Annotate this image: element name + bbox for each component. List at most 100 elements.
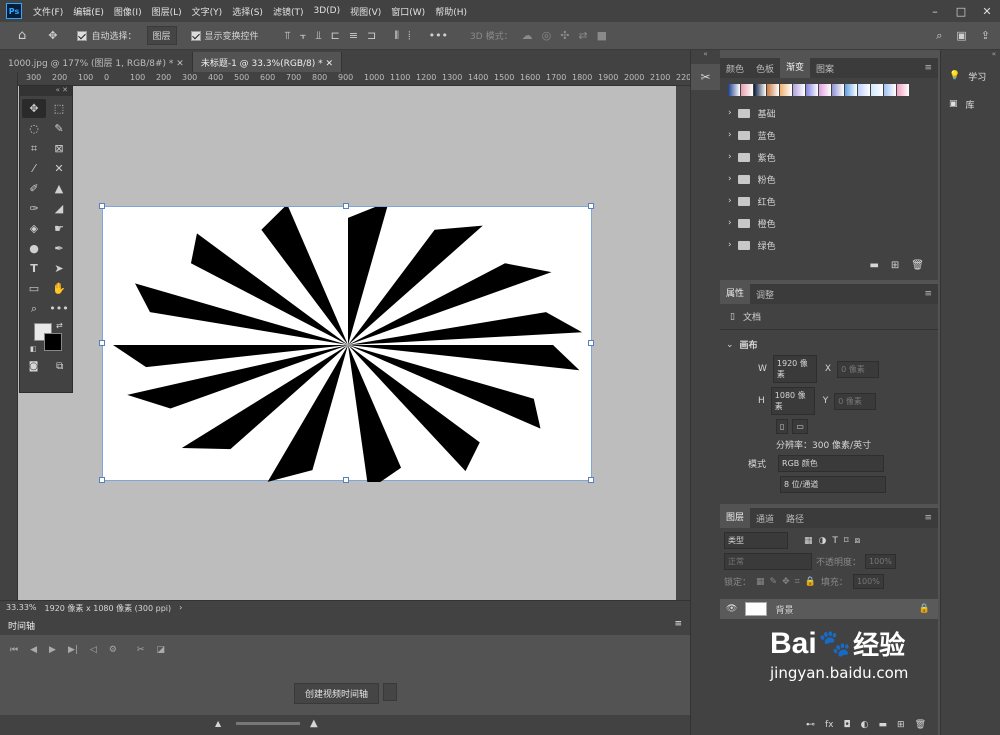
first-frame-icon[interactable]: ⏮ [10,645,18,655]
rectangle-tool-icon[interactable]: ▭ [22,279,46,298]
transform-handle[interactable] [343,203,349,209]
tab-properties[interactable]: 属性 [720,284,751,304]
link-icon[interactable]: ⊷ [806,720,815,730]
tab-color[interactable]: 颜色 [720,62,750,75]
panel-menu-icon[interactable]: ≡ [918,63,938,73]
type-tool-icon[interactable]: T [22,259,46,278]
3d-slide-icon[interactable]: ⇄ [578,30,587,41]
tab-1000-jpg[interactable]: 1000.jpg @ 177% (图层 1, RGB/8#) * ✕ [0,52,193,72]
gradient-swatch[interactable] [897,84,909,96]
workspace-icon[interactable]: ▣ [956,30,966,41]
tab-patterns[interactable]: 图案 [810,62,840,75]
folder-green[interactable]: › 绿色 [720,234,938,256]
tab-channels[interactable]: 通道 [750,512,780,525]
gradient-swatch[interactable] [793,84,805,96]
gradient-swatch[interactable] [806,84,818,96]
height-field[interactable]: 1080 像素 [770,387,815,415]
prev-frame-icon[interactable]: ◀ [30,645,37,655]
home-icon[interactable]: ⌂ [18,29,26,42]
chevron-right-icon[interactable]: › [728,218,732,228]
move-tool-icon[interactable]: ✥ [48,30,57,41]
3d-scale-icon[interactable]: ■ [597,30,607,41]
new-layer-icon[interactable]: ⊞ [897,720,905,730]
y-field[interactable]: 0 像素 [834,392,877,410]
chevron-right-icon[interactable]: › [728,196,732,206]
lock-move-icon[interactable]: ✥ [782,577,790,587]
bit-depth-select[interactable]: 8 位/通道 [780,476,886,493]
x-field[interactable]: 0 像素 [837,360,880,378]
default-colors-icon[interactable]: ◧ [30,345,37,353]
portrait-icon[interactable]: ▯ [776,419,789,434]
transform-handle[interactable] [588,340,594,346]
transform-handle[interactable] [588,203,594,209]
tab-paths[interactable]: 路径 [780,512,810,525]
filter-type-icon[interactable]: T [832,536,838,546]
adjustment-icon[interactable]: ◐ [861,720,869,730]
filter-smart-icon[interactable]: ⧈ [855,536,861,546]
path-select-icon[interactable]: ➤ [47,259,71,278]
menu-select[interactable]: 选择(S) [227,5,268,18]
menu-3d[interactable]: 3D(D) [308,6,345,16]
chevron-down-icon[interactable]: ⌄ [726,340,734,350]
play-icon[interactable]: ▶ [49,645,56,655]
canvas-section-header[interactable]: ⌄ 画布 [726,338,932,352]
filter-shape-icon[interactable]: ⌑ [844,536,849,546]
trash-icon[interactable]: 🗑 [911,260,924,271]
marquee-tool-icon[interactable]: ⬚ [47,99,71,118]
transform-handle[interactable] [588,477,594,483]
lasso-tool-icon[interactable]: ◌ [22,119,46,138]
history-brush-icon[interactable]: ✑ [22,199,46,218]
gradient-swatch[interactable] [858,84,870,96]
tab-swatches[interactable]: 色板 [750,62,780,75]
eraser-icon[interactable]: ◢ [47,199,71,218]
more-options-icon[interactable]: ••• [429,30,448,41]
gradient-swatch[interactable] [728,84,740,96]
align-bottom-icon[interactable]: ⫫ [315,30,321,41]
landscape-icon[interactable]: ▭ [792,419,808,434]
menu-image[interactable]: 图像(I) [109,5,147,18]
chevron-right-icon[interactable]: › [728,130,732,140]
menu-view[interactable]: 视图(V) [345,5,386,18]
menu-layer[interactable]: 图层(L) [147,5,187,18]
gradient-swatch[interactable] [754,84,766,96]
align-vcenter-icon[interactable]: ⫟ [300,30,307,41]
stamp-tool-icon[interactable]: ▲ [47,179,71,198]
move-tool-icon[interactable]: ✥ [22,99,46,118]
filter-pixel-icon[interactable]: ▦ [804,536,813,546]
menu-help[interactable]: 帮助(H) [430,5,472,18]
lock-artboard-icon[interactable]: ⌗ [795,577,800,587]
color-swatches[interactable]: ⇄ ◧ [20,321,72,361]
menu-file[interactable]: 文件(F) [28,5,68,18]
panel-menu-icon[interactable]: ≡ [674,619,682,629]
zoom-level[interactable]: 33.33% [6,603,37,613]
close-tab-icon[interactable]: ✕ [326,59,334,69]
tab-adjustments[interactable]: 调整 [750,288,780,301]
background-color[interactable] [44,333,62,351]
trash-icon[interactable]: 🗑 [915,720,926,730]
vertical-scrollbar[interactable] [676,86,690,600]
folder-pink[interactable]: › 粉色 [720,168,938,190]
collapse-icon[interactable]: « [691,50,720,58]
minimize-icon[interactable]: – [922,5,948,18]
folder-orange[interactable]: › 橙色 [720,212,938,234]
tab-gradients[interactable]: 渐变 [780,58,811,78]
brush-tool-icon[interactable]: ✐ [22,179,46,198]
panel-menu-icon[interactable]: ≡ [918,513,938,523]
3d-pan-icon[interactable]: ✣ [560,30,569,41]
transform-handle[interactable] [99,477,105,483]
3d-roll-icon[interactable]: ◎ [542,30,552,41]
close-icon[interactable]: ✕ [974,5,1000,18]
auto-select-checkbox[interactable] [77,30,88,41]
group-icon[interactable]: ▬ [879,720,888,730]
sponge-icon[interactable]: ● [22,239,46,258]
layer-filter-select[interactable]: 类型 [724,532,788,549]
filter-adjust-icon[interactable]: ◑ [819,536,827,546]
library-button[interactable]: ▣ 库 [941,90,1000,118]
transform-handle[interactable] [99,340,105,346]
zoom-in-icon[interactable]: ▲ [310,718,318,729]
width-field[interactable]: 1920 像素 [772,355,817,383]
chevron-right-icon[interactable]: › [728,152,732,162]
color-mode-select[interactable]: RGB 颜色 [778,455,885,472]
zoom-out-icon[interactable]: ▲ [215,719,221,728]
blend-mode-select[interactable]: 正常 [724,553,812,570]
